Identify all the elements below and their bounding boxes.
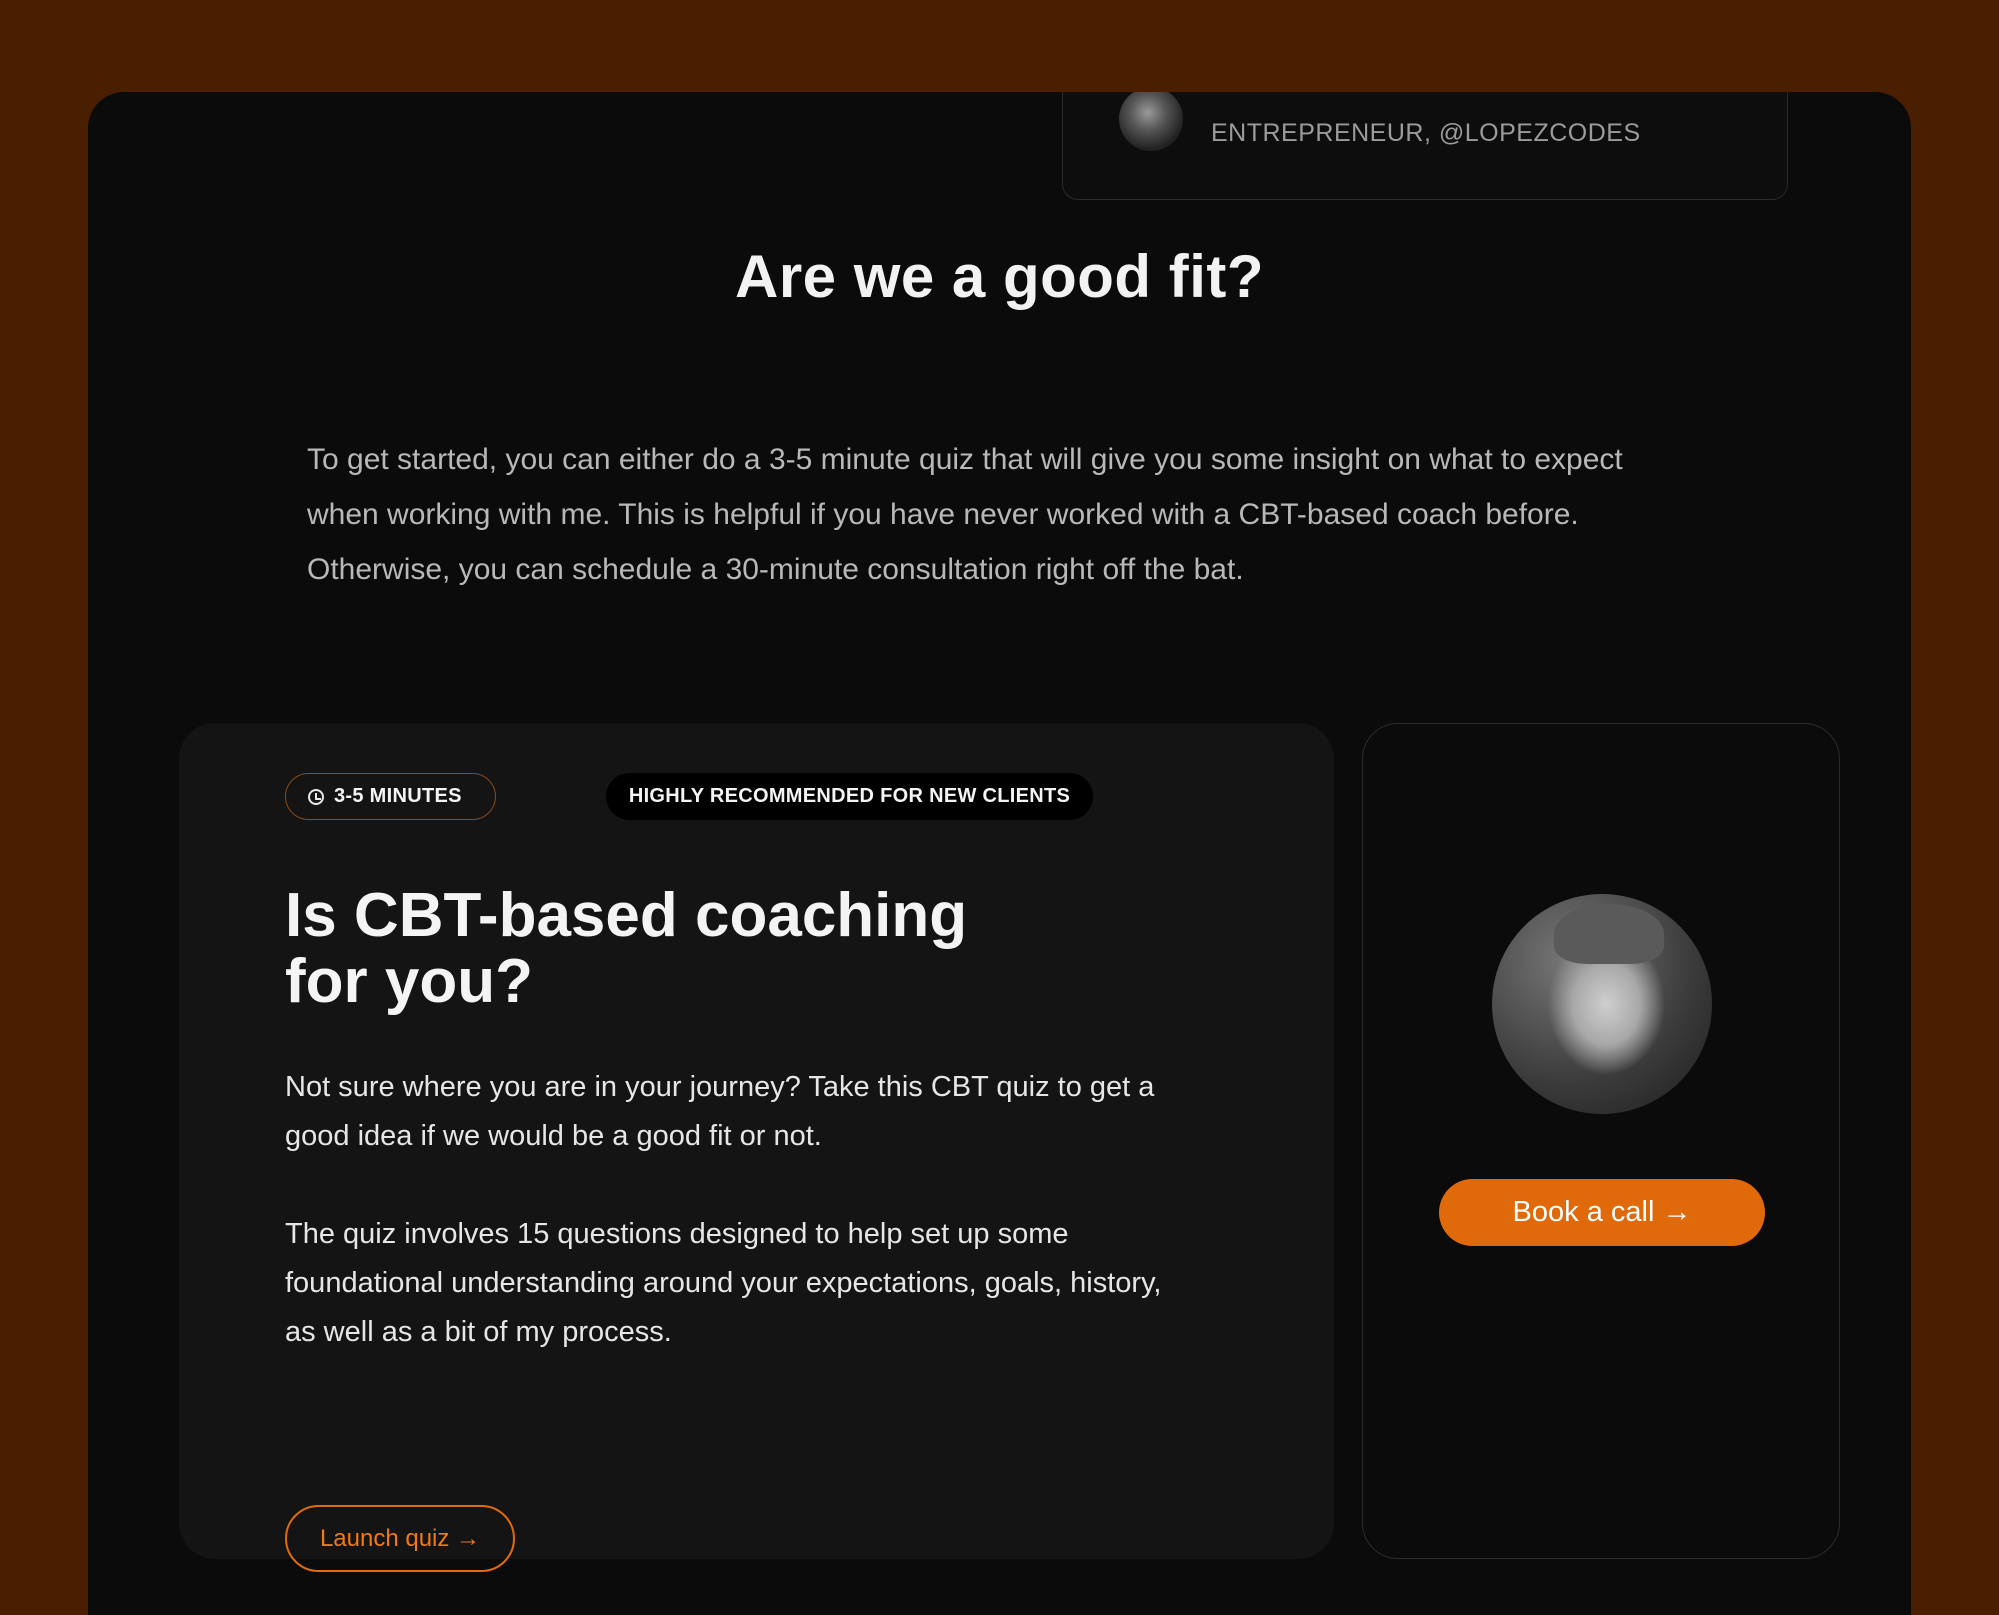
- quiz-details: The quiz involves 15 questions designed …: [285, 1218, 1162, 1348]
- book-call-button[interactable]: Book a call →: [1439, 1179, 1765, 1246]
- intro-text: To get started, you can either do a 3-5 …: [307, 443, 1623, 586]
- recommended-badge: HIGHLY RECOMMENDED FOR NEW CLIENTS: [606, 773, 1093, 820]
- page-window: ENTREPRENEUR, @LOPEZCODES Are we a good …: [88, 92, 1911, 1615]
- quiz-title-line2: for you?: [285, 947, 533, 1016]
- clock-icon: [308, 788, 324, 805]
- quiz-title: Is CBT-based coaching for you?: [285, 883, 1045, 1015]
- section-title: Are we a good fit?: [734, 243, 1265, 310]
- duration-badge: 3-5 MINUTES: [285, 773, 496, 820]
- quiz-description: Not sure where you are in your journey? …: [285, 1071, 1155, 1152]
- quiz-card: 3-5 MINUTES HIGHLY RECOMMENDED FOR NEW C…: [179, 723, 1334, 1572]
- quiz-title-line1: Is CBT-based coaching: [285, 881, 968, 950]
- recommended-label: HIGHLY RECOMMENDED FOR NEW CLIENTS: [628, 785, 1071, 807]
- testimonial-role: ENTREPRENEUR, @LOPEZCODES: [1211, 119, 1641, 147]
- coach-avatar: [1492, 894, 1712, 1114]
- testimonial-avatar: [1119, 92, 1183, 151]
- book-call-card: Book a call →: [1362, 723, 1840, 1559]
- duration-label: 3-5 MINUTES: [334, 785, 462, 807]
- testimonial-card: ENTREPRENEUR, @LOPEZCODES: [1062, 92, 1788, 200]
- launch-quiz-button[interactable]: Launch quiz →: [285, 1505, 515, 1572]
